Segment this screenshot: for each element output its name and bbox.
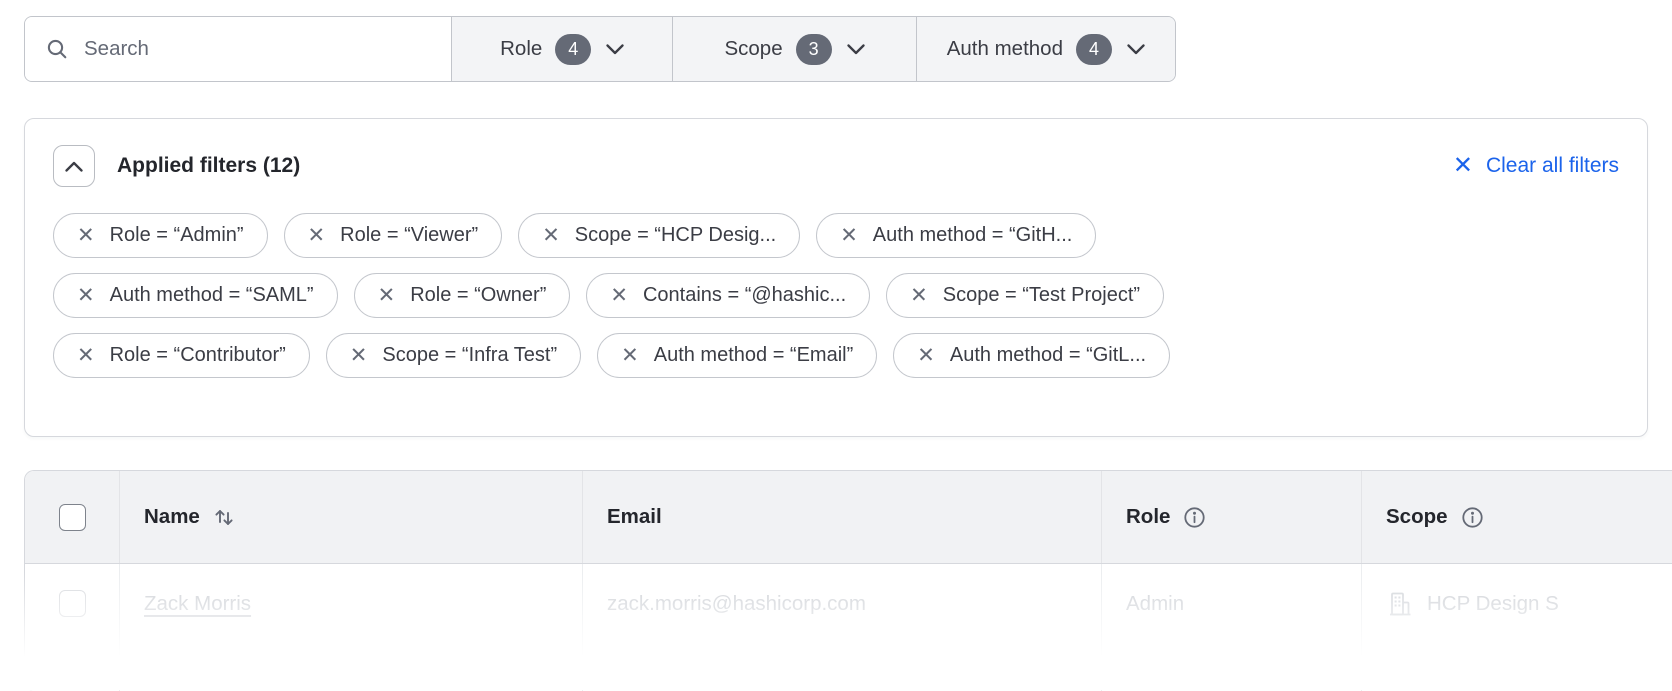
user-name-link[interactable]: Zack Morris [144, 592, 251, 616]
organization-icon [1386, 590, 1414, 618]
clear-all-filters-label: Clear all filters [1486, 154, 1619, 178]
clear-all-filters-button[interactable]: ✕ Clear all filters [1453, 154, 1619, 178]
filter-chip-label: Role = “Contributor” [110, 344, 286, 367]
sort-icon[interactable] [213, 505, 235, 529]
filter-chip-label: Role = “Admin” [110, 224, 244, 247]
role-filter-label: Role [500, 37, 542, 61]
remove-filter-icon[interactable]: ✕ [308, 225, 326, 246]
info-icon[interactable] [1461, 506, 1484, 529]
filter-chip[interactable]: ✕ Contains = “@hashic... [586, 273, 870, 318]
filter-chip[interactable]: ✕ Role = “Contributor” [53, 333, 310, 378]
close-icon: ✕ [1453, 154, 1473, 178]
scope-filter-dropdown[interactable]: Scope 3 [672, 17, 915, 81]
filter-chip-label: Auth method = “GitH... [873, 224, 1073, 247]
table-row: Zack Morris zack.morris@hashicorp.com Ad… [25, 564, 1672, 691]
filter-chip[interactable]: ✕ Auth method = “Email” [597, 333, 877, 378]
user-scope: HCP Design S [1427, 592, 1559, 616]
user-role: Admin [1126, 592, 1184, 616]
remove-filter-icon[interactable]: ✕ [840, 225, 858, 246]
column-header-scope: Scope [1361, 471, 1672, 563]
filter-chip-label: Scope = “HCP Desig... [575, 224, 776, 247]
filter-chip[interactable]: ✕ Scope = “HCP Desig... [518, 213, 800, 258]
remove-filter-icon[interactable]: ✕ [917, 345, 935, 366]
column-header-name[interactable]: Name [119, 471, 582, 563]
column-label: Role [1126, 505, 1170, 529]
column-label: Email [607, 505, 662, 529]
filter-chip-label: Role = “Viewer” [340, 224, 478, 247]
collapse-filters-button[interactable] [53, 145, 95, 187]
applied-filters-title: Applied filters (12) [117, 154, 300, 178]
column-label: Scope [1386, 505, 1448, 529]
filter-chip[interactable]: ✕ Role = “Viewer” [284, 213, 503, 258]
auth-method-filter-label: Auth method [947, 37, 1063, 61]
filter-chip[interactable]: ✕ Auth method = “GitL... [893, 333, 1170, 378]
remove-filter-icon[interactable]: ✕ [378, 285, 396, 306]
row-checkbox[interactable] [59, 590, 86, 617]
filter-chip[interactable]: ✕ Auth method = “SAML” [53, 273, 338, 318]
column-label: Name [144, 505, 200, 529]
users-table: Name Email Role Scope [24, 470, 1672, 691]
chevron-down-icon [847, 44, 865, 55]
role-filter-count-badge: 4 [555, 34, 591, 65]
table-header-row: Name Email Role Scope [25, 471, 1672, 564]
auth-method-filter-count-badge: 4 [1076, 34, 1112, 65]
remove-filter-icon[interactable]: ✕ [77, 285, 95, 306]
filter-toolbar: Role 4 Scope 3 Auth method 4 [24, 16, 1176, 82]
select-all-checkbox[interactable] [59, 504, 86, 531]
remove-filter-icon[interactable]: ✕ [610, 285, 628, 306]
filter-chip[interactable]: ✕ Role = “Owner” [354, 273, 571, 318]
filter-chip-label: Contains = “@hashic... [643, 284, 846, 307]
search-input[interactable] [84, 37, 431, 61]
filter-chip-label: Auth method = “SAML” [110, 284, 314, 307]
remove-filter-icon[interactable]: ✕ [350, 345, 368, 366]
remove-filter-icon[interactable]: ✕ [77, 225, 95, 246]
filter-chip-label: Auth method = “GitL... [950, 344, 1146, 367]
auth-method-filter-dropdown[interactable]: Auth method 4 [916, 17, 1175, 81]
filter-chip-label: Role = “Owner” [410, 284, 546, 307]
column-header-role: Role [1101, 471, 1361, 563]
remove-filter-icon[interactable]: ✕ [77, 345, 95, 366]
filter-chip-label: Auth method = “Email” [654, 344, 854, 367]
scope-filter-count-badge: 3 [796, 34, 832, 65]
remove-filter-icon[interactable]: ✕ [910, 285, 928, 306]
filter-chip[interactable]: ✕ Scope = “Test Project” [886, 273, 1164, 318]
chevron-down-icon [1127, 44, 1145, 55]
remove-filter-icon[interactable]: ✕ [621, 345, 639, 366]
filter-chip[interactable]: ✕ Auth method = “GitH... [816, 213, 1096, 258]
chevron-down-icon [606, 44, 624, 55]
search-icon [45, 37, 69, 61]
column-header-email: Email [582, 471, 1101, 563]
applied-filters-header: Applied filters (12) ✕ Clear all filters [53, 145, 1619, 187]
applied-filter-chips: ✕ Role = “Admin” ✕ Role = “Viewer” ✕ Scope … [53, 213, 1619, 378]
filter-chip-label: Scope = “Infra Test” [382, 344, 557, 367]
filter-chip[interactable]: ✕ Role = “Admin” [53, 213, 268, 258]
user-email: zack.morris@hashicorp.com [607, 592, 866, 616]
role-filter-dropdown[interactable]: Role 4 [451, 17, 672, 81]
chevron-up-icon [65, 161, 83, 172]
remove-filter-icon[interactable]: ✕ [542, 225, 560, 246]
info-icon[interactable] [1183, 506, 1206, 529]
filter-chip[interactable]: ✕ Scope = “Infra Test” [326, 333, 581, 378]
applied-filters-panel: Applied filters (12) ✕ Clear all filters… [24, 118, 1648, 437]
scope-filter-label: Scope [724, 37, 782, 61]
filter-chip-label: Scope = “Test Project” [943, 284, 1140, 307]
search-field[interactable] [25, 17, 451, 81]
